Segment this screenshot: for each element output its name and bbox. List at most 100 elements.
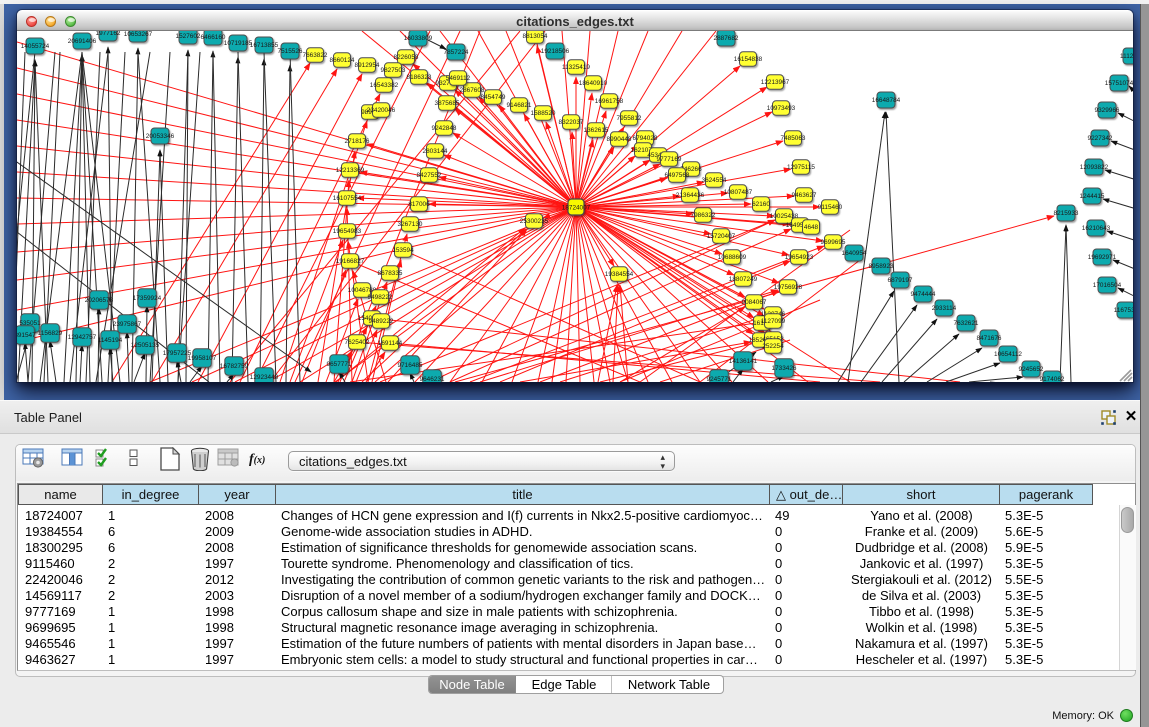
svg-text:23420046: 23420046 xyxy=(367,107,396,114)
svg-text:12923448: 12923448 xyxy=(250,374,279,381)
svg-text:9227342: 9227342 xyxy=(1088,135,1113,142)
svg-text:8322037: 8322037 xyxy=(559,119,584,126)
svg-text:9657771: 9657771 xyxy=(327,361,352,368)
svg-text:8186323: 8186323 xyxy=(407,74,432,81)
svg-text:3624554: 3624554 xyxy=(702,177,727,184)
svg-text:9115460: 9115460 xyxy=(818,204,843,211)
svg-text:8958923: 8958923 xyxy=(869,263,894,270)
svg-text:62160: 62160 xyxy=(752,201,770,208)
svg-text:1977162: 1977162 xyxy=(96,31,121,37)
svg-text:9716485: 9716485 xyxy=(398,362,423,369)
svg-text:153594: 153594 xyxy=(392,247,414,254)
svg-text:1362615: 1362615 xyxy=(584,127,609,134)
svg-text:8912954: 8912954 xyxy=(355,62,380,69)
svg-text:7955812: 7955812 xyxy=(617,115,642,122)
svg-text:19654923: 19654923 xyxy=(785,254,814,261)
svg-text:10719185: 10719185 xyxy=(224,40,253,47)
svg-text:391547: 391547 xyxy=(17,332,36,339)
svg-text:2867608: 2867608 xyxy=(460,87,485,94)
svg-text:4648: 4648 xyxy=(804,224,819,231)
svg-text:19756928: 19756928 xyxy=(774,284,803,291)
svg-text:12505135: 12505135 xyxy=(131,342,160,349)
svg-text:1156829: 1156829 xyxy=(38,330,63,337)
svg-text:25300235: 25300235 xyxy=(520,218,549,225)
svg-text:19218506: 19218506 xyxy=(541,48,570,55)
svg-text:16154838: 16154838 xyxy=(734,56,763,63)
svg-text:10653267: 10653267 xyxy=(124,31,153,38)
svg-text:6794028: 6794028 xyxy=(633,135,658,142)
svg-text:9489222: 9489222 xyxy=(369,318,394,325)
svg-text:1733426: 1733426 xyxy=(772,365,797,372)
svg-text:16713855: 16713855 xyxy=(250,42,279,49)
svg-text:9498222: 9498222 xyxy=(368,294,393,301)
svg-text:10973493: 10973493 xyxy=(767,105,796,112)
svg-text:17359924: 17359924 xyxy=(133,295,162,302)
svg-text:6466160: 6466160 xyxy=(201,34,226,41)
svg-text:8678335: 8678335 xyxy=(378,270,403,277)
svg-text:20206578: 20206578 xyxy=(85,297,114,304)
svg-text:2718176: 2718176 xyxy=(345,138,370,145)
svg-text:12093822: 12093822 xyxy=(1080,164,1109,171)
svg-text:12213967: 12213967 xyxy=(761,79,790,86)
svg-text:8660124: 8660124 xyxy=(330,57,355,64)
svg-text:9474444: 9474444 xyxy=(911,291,936,298)
svg-text:1167534: 1167534 xyxy=(1114,307,1133,314)
svg-text:16961758: 16961758 xyxy=(595,98,624,105)
svg-text:12942757: 12942757 xyxy=(68,334,97,341)
svg-text:16210643: 16210643 xyxy=(1082,225,1111,232)
svg-text:7515526: 7515526 xyxy=(278,48,303,55)
svg-text:12213369: 12213369 xyxy=(336,167,365,174)
svg-text:9777169: 9777169 xyxy=(657,156,682,163)
svg-text:19654983: 19654983 xyxy=(333,228,362,235)
svg-text:10654112: 10654112 xyxy=(994,351,1022,358)
svg-text:1691144: 1691144 xyxy=(378,340,403,347)
svg-text:16782759: 16782759 xyxy=(220,363,249,370)
svg-text:1112734: 1112734 xyxy=(1120,53,1133,60)
svg-text:17016504: 17016504 xyxy=(1093,282,1122,289)
svg-text:7857224: 7857224 xyxy=(444,49,469,56)
svg-text:3267130: 3267130 xyxy=(398,221,423,228)
svg-text:2933114: 2933114 xyxy=(932,305,957,312)
svg-text:9245771: 9245771 xyxy=(707,376,732,382)
svg-text:817006: 817006 xyxy=(408,201,430,208)
svg-text:1588520: 1588520 xyxy=(531,110,556,117)
svg-text:7986322: 7986322 xyxy=(691,212,716,219)
svg-text:9646231: 9646231 xyxy=(420,376,445,382)
svg-text:1244415: 1244415 xyxy=(1080,193,1105,200)
svg-text:9242848: 9242848 xyxy=(432,125,457,132)
svg-text:19958107: 19958107 xyxy=(188,355,217,362)
svg-text:9463627: 9463627 xyxy=(792,192,817,199)
svg-text:9827503: 9827503 xyxy=(381,67,406,74)
svg-text:8471676: 8471676 xyxy=(977,335,1002,342)
svg-text:18724007: 18724007 xyxy=(562,205,591,212)
svg-text:10807487: 10807487 xyxy=(724,189,753,196)
svg-text:9146821: 9146821 xyxy=(507,102,532,109)
svg-text:8427552: 8427552 xyxy=(417,172,442,179)
svg-text:10688609: 10688609 xyxy=(718,254,747,261)
svg-text:6497568: 6497568 xyxy=(665,172,690,179)
svg-text:19384554: 19384554 xyxy=(605,271,634,278)
svg-text:8454749: 8454749 xyxy=(481,94,506,101)
svg-text:8226058: 8226058 xyxy=(394,54,419,61)
svg-text:16648784: 16648784 xyxy=(872,97,901,104)
svg-text:1145194: 1145194 xyxy=(98,337,123,344)
svg-text:16033809: 16033809 xyxy=(404,35,433,42)
svg-text:2887682: 2887682 xyxy=(714,35,739,42)
svg-text:1640954: 1640954 xyxy=(842,250,867,257)
svg-text:7632621: 7632621 xyxy=(954,320,979,327)
svg-text:1527602: 1527602 xyxy=(176,33,201,40)
svg-text:16107554: 16107554 xyxy=(333,195,362,202)
svg-text:18807249: 18807249 xyxy=(729,276,758,283)
svg-text:8990448: 8990448 xyxy=(607,136,632,143)
svg-text:8215933: 8215933 xyxy=(1054,210,1079,217)
svg-text:6879197: 6879197 xyxy=(888,277,913,284)
svg-text:15751074: 15751074 xyxy=(1105,80,1133,87)
svg-text:19166827: 19166827 xyxy=(336,258,365,265)
svg-text:14136141: 14136141 xyxy=(729,358,758,365)
svg-text:9084067: 9084067 xyxy=(742,299,767,306)
svg-text:11325419: 11325419 xyxy=(562,64,590,71)
svg-text:3875685: 3875685 xyxy=(435,100,460,107)
svg-text:21364436: 21364436 xyxy=(676,192,705,199)
svg-text:2803144: 2803144 xyxy=(423,148,448,155)
svg-text:9699695: 9699695 xyxy=(821,239,846,246)
